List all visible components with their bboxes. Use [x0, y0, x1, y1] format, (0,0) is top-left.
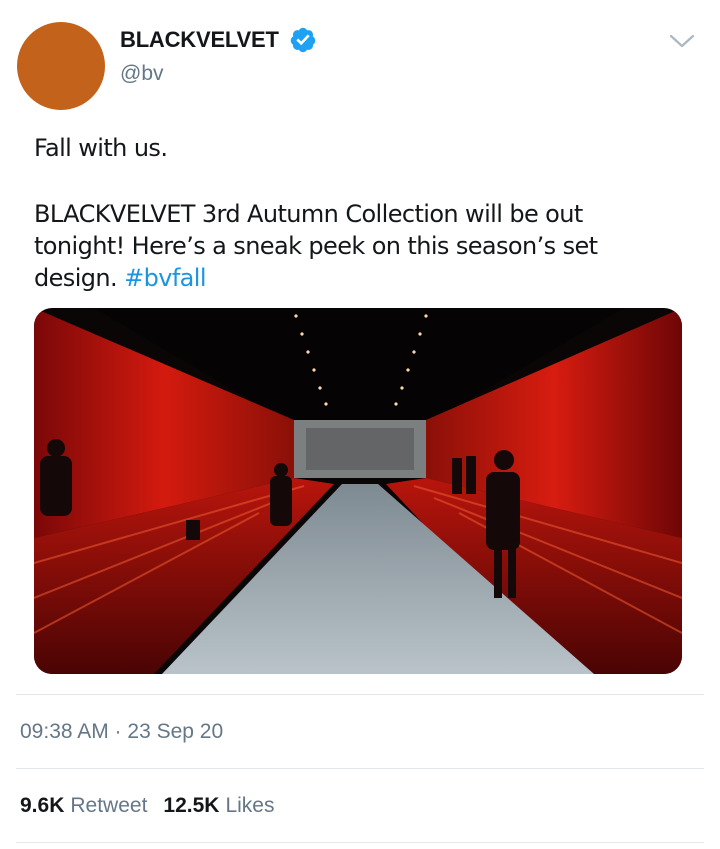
tweet-media-image[interactable]: [34, 308, 682, 674]
likes-label: Likes: [225, 794, 275, 817]
author-handle[interactable]: @bv: [120, 62, 164, 86]
avatar[interactable]: [17, 22, 105, 110]
divider: [16, 768, 704, 769]
tweet-line-1: Fall with us.: [34, 134, 168, 162]
retweets-label: Retweet: [70, 794, 148, 817]
retweets-stat[interactable]: 9.6K Retweet: [20, 794, 147, 818]
tweet-timestamp[interactable]: 09:38 AM · 23 Sep 20: [20, 720, 223, 744]
likes-count: 12.5K: [163, 794, 220, 817]
author-display-name[interactable]: BLACKVELVET: [120, 27, 279, 53]
retweets-count: 9.6K: [20, 794, 65, 817]
engagement-stats: 9.6K Retweet 12.5K Likes: [20, 794, 290, 818]
hashtag-link[interactable]: #bvfall: [124, 264, 206, 292]
author-name-row: BLACKVELVET: [120, 26, 317, 54]
divider: [16, 694, 704, 695]
tweet-body-paragraph: BLACKVELVET 3rd Autumn Collection will b…: [34, 198, 674, 294]
chevron-down-icon[interactable]: [668, 30, 696, 52]
runway-photo: [34, 308, 682, 674]
divider: [16, 842, 704, 843]
verified-badge-icon: [289, 26, 317, 54]
tweet-text: Fall with us. BLACKVELVET 3rd Autumn Col…: [34, 132, 674, 294]
likes-stat[interactable]: 12.5K Likes: [163, 794, 274, 818]
tweet-body: BLACKVELVET 3rd Autumn Collection will b…: [34, 200, 598, 292]
